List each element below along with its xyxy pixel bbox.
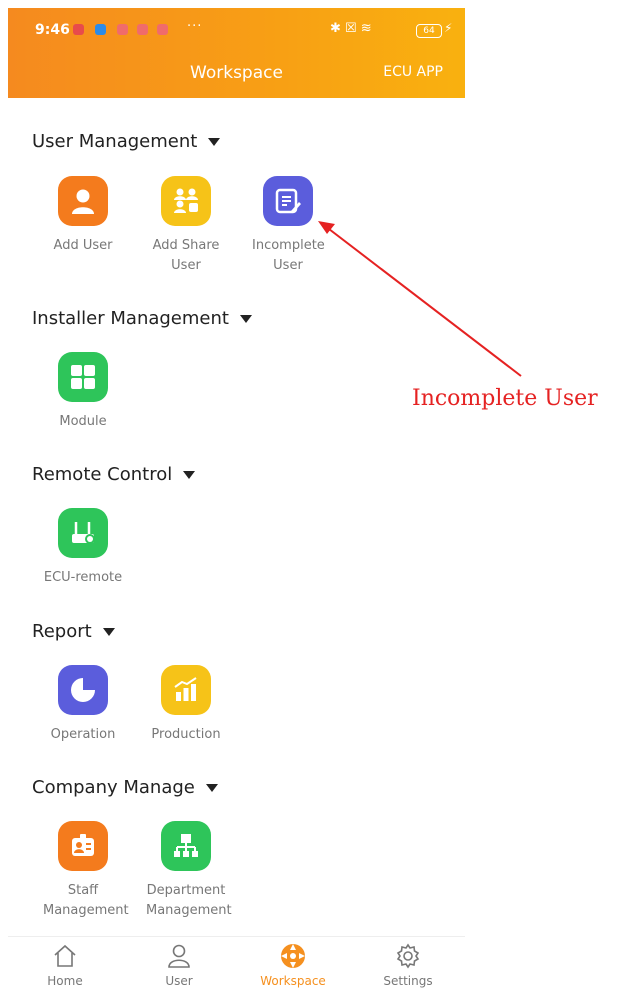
- annotation-arrow: [318, 221, 522, 377]
- annotation-label: Incomplete User: [412, 386, 598, 411]
